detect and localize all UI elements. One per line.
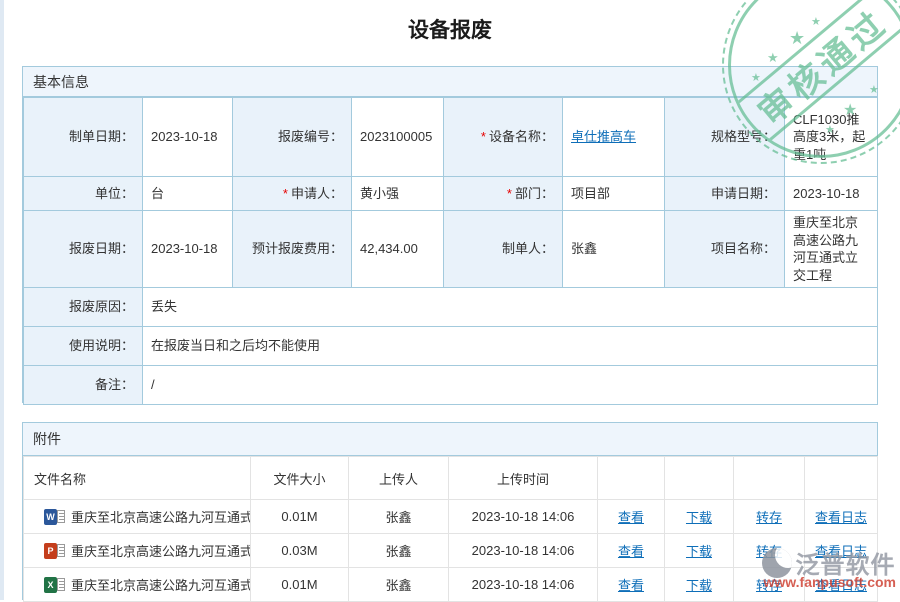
attachments-panel: 附件 文件名称 文件大小 上传人 上传时间 W 重庆至北京高速公路九河互通式 0…: [22, 422, 878, 600]
attachment-row: P 重庆至北京高速公路九河互通式 0.03M 张鑫 2023-10-18 14:…: [24, 534, 878, 568]
view-log-link[interactable]: 查看日志: [815, 544, 867, 559]
file-name: 重庆至北京高速公路九河互通式: [71, 575, 251, 594]
attachment-row: W 重庆至北京高速公路九河互通式 0.01M 张鑫 2023-10-18 14:…: [24, 500, 878, 534]
excel-file-icon: X: [44, 577, 65, 593]
field-label-spec-model: 规格型号：: [665, 98, 785, 177]
save-as-link[interactable]: 转存: [756, 544, 782, 559]
basic-info-header: 基本信息: [23, 67, 877, 97]
powerpoint-file-icon: P: [44, 543, 65, 559]
required-mark: *: [283, 186, 288, 201]
field-label-scrap-no: 报废编号：: [233, 98, 352, 177]
field-value-maker: 张鑫: [563, 211, 665, 288]
table-row: 单位： 台 *申请人： 黄小强 *部门： 项目部 申请日期： 2023-10-1…: [24, 177, 878, 211]
column-header-empty: [598, 457, 665, 500]
column-header-empty: [734, 457, 805, 500]
page-left-edge: [0, 0, 4, 600]
field-value-department: 项目部: [563, 177, 665, 211]
required-mark: *: [481, 129, 486, 144]
field-label-apply-date: 申请日期：: [665, 177, 785, 211]
star-icon: ★: [767, 51, 779, 64]
field-label-make-date: 制单日期：: [24, 98, 143, 177]
basic-info-panel: 基本信息 制单日期： 2023-10-18 报废编号： 2023100005 *…: [22, 66, 878, 403]
field-value-apply-date: 2023-10-18: [785, 177, 878, 211]
table-row: 制单日期： 2023-10-18 报废编号： 2023100005 *设备名称：…: [24, 98, 878, 177]
field-label-device-name: *设备名称：: [444, 98, 563, 177]
download-link[interactable]: 下载: [686, 578, 712, 593]
view-log-link[interactable]: 查看日志: [815, 510, 867, 525]
required-mark: *: [507, 186, 512, 201]
word-file-icon: W: [44, 509, 65, 525]
field-value-device-name: 卓仕推高车: [563, 98, 665, 177]
attachment-row: X 重庆至北京高速公路九河互通式 0.01M 张鑫 2023-10-18 14:…: [24, 568, 878, 602]
attachments-header: 附件: [23, 423, 877, 456]
field-value-unit: 台: [143, 177, 233, 211]
field-value-scrap-date: 2023-10-18: [143, 211, 233, 288]
column-header-uploader: 上传人: [349, 457, 449, 500]
save-as-link[interactable]: 转存: [756, 578, 782, 593]
page-title: 设备报废: [0, 14, 900, 44]
field-label-maker: 制单人：: [444, 211, 563, 288]
column-header-file-size: 文件大小: [251, 457, 349, 500]
field-value-scrap-no: 2023100005: [352, 98, 444, 177]
field-label-project-name: 项目名称：: [665, 211, 785, 288]
download-link[interactable]: 下载: [686, 544, 712, 559]
file-upload-time: 2023-10-18 14:06: [449, 500, 598, 534]
file-name: 重庆至北京高速公路九河互通式: [71, 541, 251, 560]
view-link[interactable]: 查看: [618, 544, 644, 559]
column-header-upload-time: 上传时间: [449, 457, 598, 500]
file-uploader: 张鑫: [349, 500, 449, 534]
column-header-empty: [665, 457, 734, 500]
table-row: 使用说明： 在报废当日和之后均不能使用: [24, 327, 878, 366]
column-header-empty: [805, 457, 878, 500]
file-size: 0.01M: [251, 500, 349, 534]
field-label-remark: 备注：: [24, 366, 143, 405]
device-name-link[interactable]: 卓仕推高车: [571, 129, 636, 144]
table-row: 报废原因： 丢失: [24, 288, 878, 327]
table-row: 报废日期： 2023-10-18 预计报废费用： 42,434.00 制单人： …: [24, 211, 878, 288]
field-label-scrap-cost: 预计报废费用：: [233, 211, 352, 288]
table-row: 备注： /: [24, 366, 878, 405]
download-link[interactable]: 下载: [686, 510, 712, 525]
field-label-scrap-reason: 报废原因：: [24, 288, 143, 327]
view-link[interactable]: 查看: [618, 510, 644, 525]
file-upload-time: 2023-10-18 14:06: [449, 568, 598, 602]
file-upload-time: 2023-10-18 14:06: [449, 534, 598, 568]
field-value-scrap-reason: 丢失: [143, 288, 878, 327]
field-value-scrap-cost: 42,434.00: [352, 211, 444, 288]
attachments-header-row: 文件名称 文件大小 上传人 上传时间: [24, 457, 878, 500]
field-value-make-date: 2023-10-18: [143, 98, 233, 177]
file-uploader: 张鑫: [349, 568, 449, 602]
column-header-file-name: 文件名称: [24, 457, 251, 500]
field-label-applicant: *申请人：: [233, 177, 352, 211]
file-uploader: 张鑫: [349, 534, 449, 568]
attachments-table: 文件名称 文件大小 上传人 上传时间 W 重庆至北京高速公路九河互通式 0.01…: [23, 456, 878, 602]
basic-info-table: 制单日期： 2023-10-18 报废编号： 2023100005 *设备名称：…: [23, 97, 878, 405]
field-value-project-name: 重庆至北京高速公路九河互通式立交工程: [785, 211, 878, 288]
field-value-remark: /: [143, 366, 878, 405]
field-value-usage-note: 在报废当日和之后均不能使用: [143, 327, 878, 366]
save-as-link[interactable]: 转存: [756, 510, 782, 525]
field-label-scrap-date: 报废日期：: [24, 211, 143, 288]
file-size: 0.03M: [251, 534, 349, 568]
view-link[interactable]: 查看: [618, 578, 644, 593]
field-label-usage-note: 使用说明：: [24, 327, 143, 366]
field-value-spec-model: CLF1030推高度3米，起重1吨: [785, 98, 878, 177]
field-value-applicant: 黄小强: [352, 177, 444, 211]
file-name: 重庆至北京高速公路九河互通式: [71, 507, 251, 526]
field-label-department: *部门：: [444, 177, 563, 211]
file-size: 0.01M: [251, 568, 349, 602]
field-label-unit: 单位：: [24, 177, 143, 211]
view-log-link[interactable]: 查看日志: [815, 578, 867, 593]
